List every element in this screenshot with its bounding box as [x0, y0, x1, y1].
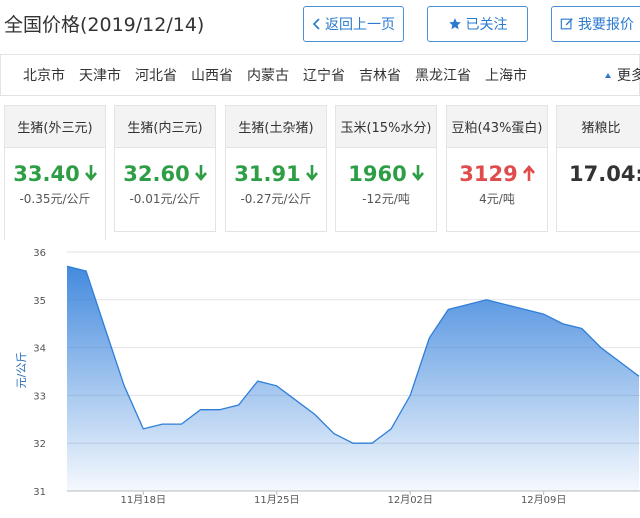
arrow-down-icon	[411, 162, 424, 186]
follow-button[interactable]: 已关注	[427, 6, 528, 42]
x-tick-label: 12月09日	[521, 494, 566, 506]
price-card-4[interactable]: 豆粕(43%蛋白) 3129 4元/吨	[446, 105, 548, 232]
y-tick-label: 31	[33, 487, 46, 498]
region-item[interactable]: 天津市	[79, 65, 121, 85]
quote-button[interactable]: 我要报价	[551, 6, 640, 42]
more-regions-toggle[interactable]: 更多	[605, 55, 640, 95]
x-tick-label: 11月18日	[121, 494, 166, 506]
back-button[interactable]: 返回上一页	[303, 6, 404, 42]
card-change: -0.01元/公斤	[129, 192, 201, 206]
card-price: 3129	[459, 162, 518, 186]
card-change: -0.27元/公斤	[240, 192, 312, 206]
y-tick-label: 35	[33, 296, 46, 307]
quote-button-label: 我要报价	[578, 17, 634, 33]
card-price-row: 31.91	[226, 162, 326, 186]
caret-up-icon	[605, 72, 611, 78]
card-title: 生猪(土杂猪)	[226, 106, 326, 148]
card-price: 31.91	[234, 162, 301, 186]
region-item[interactable]: 山西省	[191, 65, 233, 85]
card-price-row: 33.40	[5, 162, 105, 186]
card-change: 4元/吨	[479, 192, 515, 206]
price-card-1[interactable]: 生猪(内三元) 32.60 -0.01元/公斤	[114, 105, 216, 232]
price-chart: 31 32 33 34 35 36 11月18日 11月25日 12月02日 12月09日 元/公…	[15, 248, 640, 506]
card-title: 玉米(15%水分)	[336, 106, 436, 148]
region-bar: 北京市 天津市 河北省 山西省 内蒙古 辽宁省 吉林省 黑龙江省 上海市 更多	[0, 54, 640, 96]
arrow-up-icon	[522, 162, 535, 186]
price-card-0[interactable]: 生猪(外三元) 33.40 -0.35元/公斤	[4, 105, 106, 240]
card-change: -12元/吨	[362, 192, 410, 206]
y-tick-label: 36	[33, 248, 46, 259]
chevron-left-icon	[312, 18, 321, 30]
edit-icon	[560, 17, 574, 31]
region-list: 北京市 天津市 河北省 山西省 内蒙古 辽宁省 吉林省 黑龙江省 上海市	[23, 55, 541, 95]
arrow-down-icon	[84, 162, 97, 186]
more-label: 更多	[617, 68, 640, 84]
card-title: 猪粮比	[557, 106, 640, 148]
arrow-down-icon	[194, 162, 207, 186]
y-axis-label: 元/公斤	[15, 352, 28, 389]
region-item[interactable]: 吉林省	[359, 65, 401, 85]
card-title: 生猪(外三元)	[5, 106, 105, 148]
region-item[interactable]: 内蒙古	[247, 65, 289, 85]
card-change: -0.35元/公斤	[19, 192, 91, 206]
price-card-2[interactable]: 生猪(土杂猪) 31.91 -0.27元/公斤	[225, 105, 327, 232]
card-price-row: 3129	[447, 162, 547, 186]
region-item[interactable]: 北京市	[23, 65, 65, 85]
region-item[interactable]: 黑龙江省	[415, 65, 471, 85]
star-icon	[448, 17, 462, 31]
y-tick-label: 34	[33, 344, 46, 355]
card-price: 32.60	[123, 162, 190, 186]
page-title: 全国价格(2019/12/14)	[4, 14, 205, 36]
arrow-down-icon	[305, 162, 318, 186]
card-title: 豆粕(43%蛋白)	[447, 106, 547, 148]
card-price-row: 32.60	[115, 162, 215, 186]
card-price: 17.04:1	[569, 162, 640, 186]
region-item[interactable]: 河北省	[135, 65, 177, 85]
card-title: 生猪(内三元)	[115, 106, 215, 148]
region-item[interactable]: 上海市	[485, 65, 527, 85]
price-card-5[interactable]: 猪粮比 17.04:1	[556, 105, 640, 232]
price-card-3[interactable]: 玉米(15%水分) 1960 -12元/吨	[335, 105, 437, 232]
y-tick-label: 32	[33, 439, 46, 450]
y-tick-label: 33	[33, 391, 46, 402]
card-price-row: 1960	[336, 162, 436, 186]
card-price-row: 17.04:1	[557, 162, 640, 186]
x-tick-label: 12月02日	[387, 494, 432, 506]
follow-button-label: 已关注	[465, 17, 508, 33]
region-item[interactable]: 辽宁省	[303, 65, 345, 85]
card-price: 33.40	[13, 162, 80, 186]
x-tick-label: 11月25日	[254, 494, 299, 506]
back-button-label: 返回上一页	[325, 17, 395, 33]
card-price: 1960	[348, 162, 407, 186]
